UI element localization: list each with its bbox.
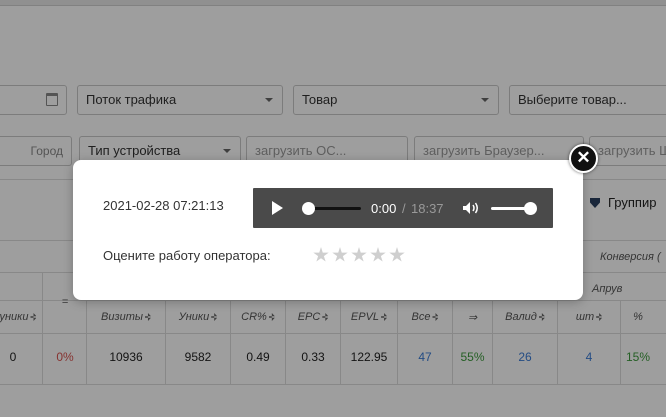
play-icon[interactable]	[272, 201, 283, 215]
star-icon[interactable]	[389, 247, 405, 262]
star-icon[interactable]	[313, 247, 329, 262]
time-separator: /	[402, 201, 406, 216]
rate-label: Оцените работу оператора:	[103, 248, 271, 263]
star-icon[interactable]	[332, 247, 348, 262]
progress-track[interactable]	[307, 207, 361, 210]
star-icon[interactable]	[370, 247, 386, 262]
star-icon[interactable]	[351, 247, 367, 262]
audio-player: 0:00 / 18:37	[253, 188, 553, 228]
volume-icon[interactable]	[462, 201, 482, 215]
progress-knob[interactable]	[302, 202, 315, 215]
total-time: 18:37	[411, 201, 444, 216]
volume-knob[interactable]	[524, 202, 537, 215]
call-datetime: 2021-02-28 07:21:13	[103, 198, 224, 213]
close-icon[interactable]: ✕	[569, 144, 598, 173]
current-time: 0:00	[371, 201, 397, 216]
audio-modal: 2021-02-28 07:21:13 0:00 / 18:37 Оцените…	[73, 160, 583, 300]
rating-stars	[313, 247, 408, 263]
